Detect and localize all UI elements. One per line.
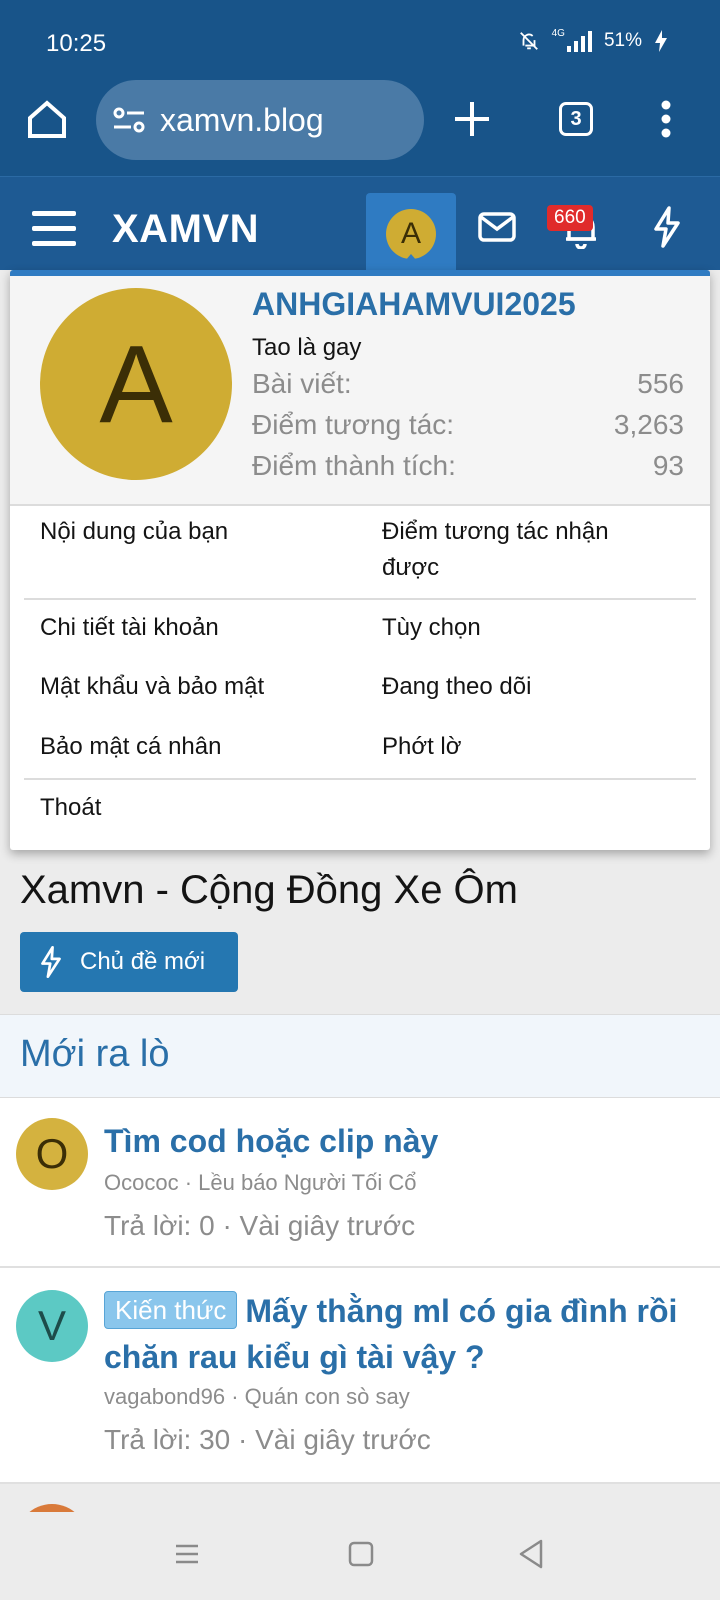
address-bar[interactable]: xamvn.blog [96, 80, 424, 160]
thread-avatar[interactable]: V [16, 1290, 88, 1362]
menu-preferences[interactable]: Tùy chọn [382, 610, 481, 646]
charging-icon [655, 30, 667, 52]
thread-avatar[interactable]: O [16, 1118, 88, 1190]
whats-new-icon[interactable] [652, 205, 682, 249]
thread-row[interactable]: V Kiến thức Mấy thằng ml có gia đình rồi … [0, 1268, 720, 1484]
menu-privacy[interactable]: Bảo mật cá nhân [40, 729, 221, 765]
menu-icon[interactable] [32, 211, 76, 256]
section-header: Mới ra lò [0, 1014, 720, 1098]
network-type: 4G [551, 27, 565, 39]
lightning-icon [41, 945, 61, 979]
stat-reactions: Điểm tương tác: 3,263 [252, 409, 684, 441]
menu-account-details[interactable]: Chi tiết tài khoản [40, 610, 219, 646]
stat-label: Điểm thành tích: [252, 450, 456, 481]
section-title[interactable]: Mới ra lò [20, 1033, 170, 1076]
popup-arrow [399, 254, 423, 268]
url-text: xamvn.blog [160, 102, 324, 138]
battery-level: 51% [603, 30, 642, 51]
account-popup: A ANHGIAHAMVUI2025 Tao là gay Bài viết: 5… [10, 270, 710, 850]
menu-password-security[interactable]: Mật khẩu và bảo mật [40, 669, 264, 705]
popup-header: A ANHGIAHAMVUI2025 Tao là gay Bài viết: 5… [10, 276, 710, 506]
new-thread-button[interactable]: Chủ đề mới [20, 932, 238, 992]
notification-badge: 660 [547, 205, 593, 231]
thread-meta[interactable]: Ocococ · Lều báo Người Tối Cổ [104, 1170, 416, 1196]
menu-divider [24, 598, 696, 600]
stat-value: 556 [637, 368, 684, 399]
status-time: 10:25 [46, 30, 107, 57]
new-thread-label: Chủ đề mới [80, 948, 206, 975]
browser-toolbar: xamvn.blog 3 [0, 80, 720, 176]
stat-trophy-points: Điểm thành tích: 93 [252, 450, 684, 482]
thread-row[interactable]: O Tìm cod hoặc clip này Ocococ · Lều báo… [0, 1098, 720, 1268]
signal-icon [566, 30, 592, 52]
new-tab-icon[interactable] [452, 90, 492, 150]
username[interactable]: ANHGIAHAMVUI2025 [252, 286, 576, 323]
avatar: A [386, 209, 436, 259]
thread-meta[interactable]: vagabond96 · Quán con sò say [104, 1384, 410, 1410]
back-icon[interactable] [518, 1539, 544, 1569]
home-icon[interactable] [26, 90, 68, 150]
menu-following[interactable]: Đang theo dõi [382, 669, 531, 705]
thread-list: O Tìm cod hoặc clip này Ocococ · Lều báo… [0, 1098, 720, 1484]
menu-ignoring[interactable]: Phớt lờ [382, 729, 462, 765]
site-settings-icon[interactable] [112, 104, 146, 136]
stat-label: Điểm tương tác: [252, 409, 455, 440]
mute-bell-icon [519, 32, 538, 50]
stat-value: 3,263 [613, 409, 684, 440]
menu-reactions-received-line1: Điểm tương tác nhận [382, 518, 609, 545]
recents-icon[interactable] [174, 1541, 200, 1567]
menu-divider [24, 778, 696, 780]
inbox-icon[interactable] [478, 211, 516, 243]
thread-title[interactable]: Kiến thức Mấy thằng ml có gia đình rồi ch… [104, 1288, 702, 1380]
thread-prefix-tag[interactable]: Kiến thức [104, 1291, 238, 1329]
user-title: Tao là gay [252, 334, 362, 361]
menu-your-content[interactable]: Nội dung của bạn [40, 514, 228, 550]
stat-label: Bài viết: [252, 368, 352, 399]
menu-reactions-received-line2: được [382, 554, 440, 581]
more-icon[interactable] [660, 90, 672, 150]
stat-posts: Bài viết: 556 [252, 368, 684, 400]
thread-stats: Trả lời: 30 · Vài giây trước [104, 1424, 431, 1455]
menu-reactions-received[interactable]: Điểm tương tác nhận được [382, 514, 609, 586]
menu-logout[interactable]: Thoát [40, 790, 101, 826]
site-logo[interactable]: XAMVN [112, 207, 259, 252]
stat-value: 93 [652, 450, 684, 481]
thread-stats: Trả lời: 0 · Vài giây trước [104, 1210, 416, 1241]
status-bar: 10:25 4G 51% [0, 0, 720, 80]
home-nav-icon[interactable] [348, 1541, 374, 1567]
site-header: XAMVN A 660 [0, 176, 720, 271]
thread-title[interactable]: Tìm cod hoặc clip này [104, 1118, 702, 1164]
large-avatar[interactable]: A [40, 288, 232, 480]
tabs-button[interactable]: 3 [559, 102, 593, 136]
system-nav-bar [0, 1512, 720, 1600]
page-title: Xamvn - Cộng Đồng Xe Ôm [20, 868, 518, 912]
